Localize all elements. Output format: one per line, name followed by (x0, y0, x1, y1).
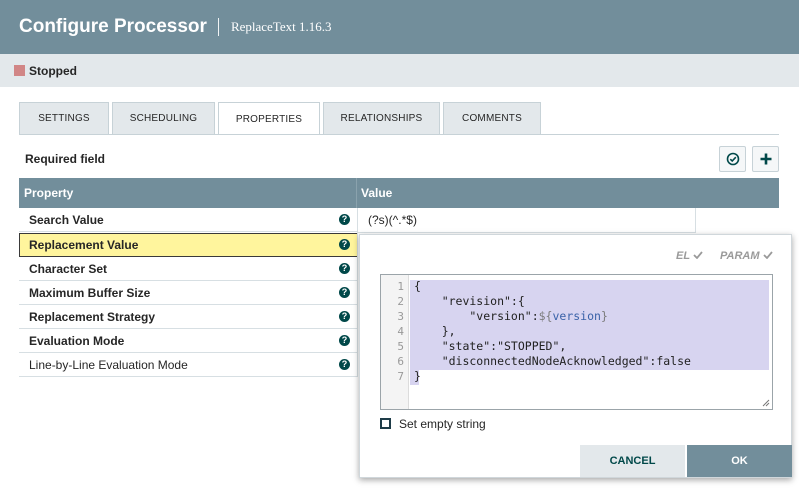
el-delimiter: ${ (538, 309, 553, 323)
verify-properties-button[interactable] (719, 146, 746, 172)
dialog-header: Configure Processor ReplaceText 1.16.3 (0, 0, 799, 54)
set-empty-string-checkbox[interactable] (380, 418, 391, 429)
properties-table-header: Property Value (19, 178, 779, 208)
help-icon[interactable]: ? (339, 287, 350, 298)
title-divider (217, 18, 219, 36)
check-icon (762, 251, 773, 260)
column-divider (356, 178, 357, 208)
tab-bar: SETTINGS SCHEDULING PROPERTIES RELATIONS… (19, 102, 544, 135)
property-name: Replacement Value (29, 238, 139, 252)
code-line: "version":${version} (414, 309, 608, 323)
help-icon[interactable]: ? (339, 239, 350, 250)
help-icon[interactable]: ? (339, 335, 350, 346)
tab-underline (19, 134, 779, 135)
tab-comments[interactable]: COMMENTS (443, 102, 541, 134)
tab-relationships[interactable]: RELATIONSHIPS (323, 102, 440, 134)
plus-icon (760, 153, 771, 165)
property-row-maximum-buffer-size[interactable]: Maximum Buffer Size ? (19, 281, 358, 305)
param-support-indicator: PARAM (720, 250, 773, 262)
el-variable: version (552, 309, 601, 323)
line-number: 2 (397, 295, 404, 308)
property-value-search-value[interactable]: (?s)(^.*$) (358, 208, 696, 233)
property-name: Replacement Strategy (29, 310, 156, 324)
required-field-label: Required field (25, 152, 106, 166)
line-number: 5 (397, 340, 404, 353)
property-row-evaluation-mode[interactable]: Evaluation Mode ? (19, 329, 358, 353)
property-row-character-set[interactable]: Character Set ? (19, 257, 358, 281)
property-row-search-value[interactable]: Search Value ? (19, 208, 358, 232)
status-text: Stopped (29, 63, 77, 78)
el-delimiter: } (600, 309, 608, 323)
tab-properties[interactable]: PROPERTIES (218, 102, 320, 135)
help-icon[interactable]: ? (339, 214, 350, 225)
property-name: Character Set (29, 262, 108, 276)
line-number-gutter: 1 2 3 4 5 6 7 (381, 275, 409, 409)
line-number: 6 (397, 355, 404, 368)
check-icon (693, 251, 703, 260)
status-bar: Stopped (0, 54, 799, 87)
code-text: "version": (414, 309, 539, 323)
tab-scheduling[interactable]: SCHEDULING (112, 102, 215, 134)
code-editor[interactable]: 1 2 3 4 5 6 7 { "revision":{ "version":$… (380, 274, 773, 410)
property-row-replacement-value[interactable]: Replacement Value ? (19, 233, 358, 257)
help-icon[interactable]: ? (339, 263, 350, 274)
column-property: Property (24, 186, 74, 200)
el-support-indicator: EL (676, 250, 703, 262)
set-empty-string-label[interactable]: Set empty string (399, 417, 486, 431)
line-number: 3 (397, 310, 404, 323)
property-name: Line-by-Line Evaluation Mode (29, 358, 188, 372)
code-line: "revision":{ (414, 294, 525, 308)
param-label: PARAM (720, 250, 760, 262)
code-line: { (414, 279, 421, 293)
help-icon[interactable]: ? (339, 359, 350, 370)
code-line: }, (414, 324, 456, 338)
property-row-line-by-line-evaluation-mode[interactable]: Line-by-Line Evaluation Mode ? (19, 353, 358, 377)
code-line: "disconnectedNodeAcknowledged":false (414, 354, 691, 368)
help-icon[interactable]: ? (339, 311, 350, 322)
column-value: Value (361, 186, 393, 200)
value-column-border (357, 208, 358, 377)
line-number: 7 (397, 370, 404, 383)
line-number: 1 (397, 280, 404, 293)
property-value: (?s)(^.*$) (368, 213, 417, 227)
value-editor-popup: EL PARAM 1 2 3 4 5 6 7 { "revision":{ "v… (359, 234, 792, 478)
tab-settings[interactable]: SETTINGS (19, 102, 109, 134)
code-line: "state":"STOPPED", (414, 339, 567, 353)
add-property-button[interactable] (752, 146, 779, 172)
property-row-replacement-strategy[interactable]: Replacement Strategy ? (19, 305, 358, 329)
dialog-title: Configure Processor (19, 16, 207, 37)
property-name: Maximum Buffer Size (29, 286, 151, 300)
property-name: Evaluation Mode (29, 334, 125, 348)
resize-handle-icon[interactable] (762, 399, 770, 407)
property-name: Search Value (29, 213, 104, 227)
el-label: EL (676, 250, 690, 262)
processor-type: ReplaceText 1.16.3 (230, 19, 332, 34)
code-line: } (414, 369, 421, 383)
stopped-icon (14, 65, 25, 76)
check-circle-icon (726, 152, 739, 166)
line-number: 4 (397, 325, 404, 338)
ok-button[interactable]: OK (687, 445, 792, 477)
cancel-button[interactable]: CANCEL (580, 445, 685, 477)
